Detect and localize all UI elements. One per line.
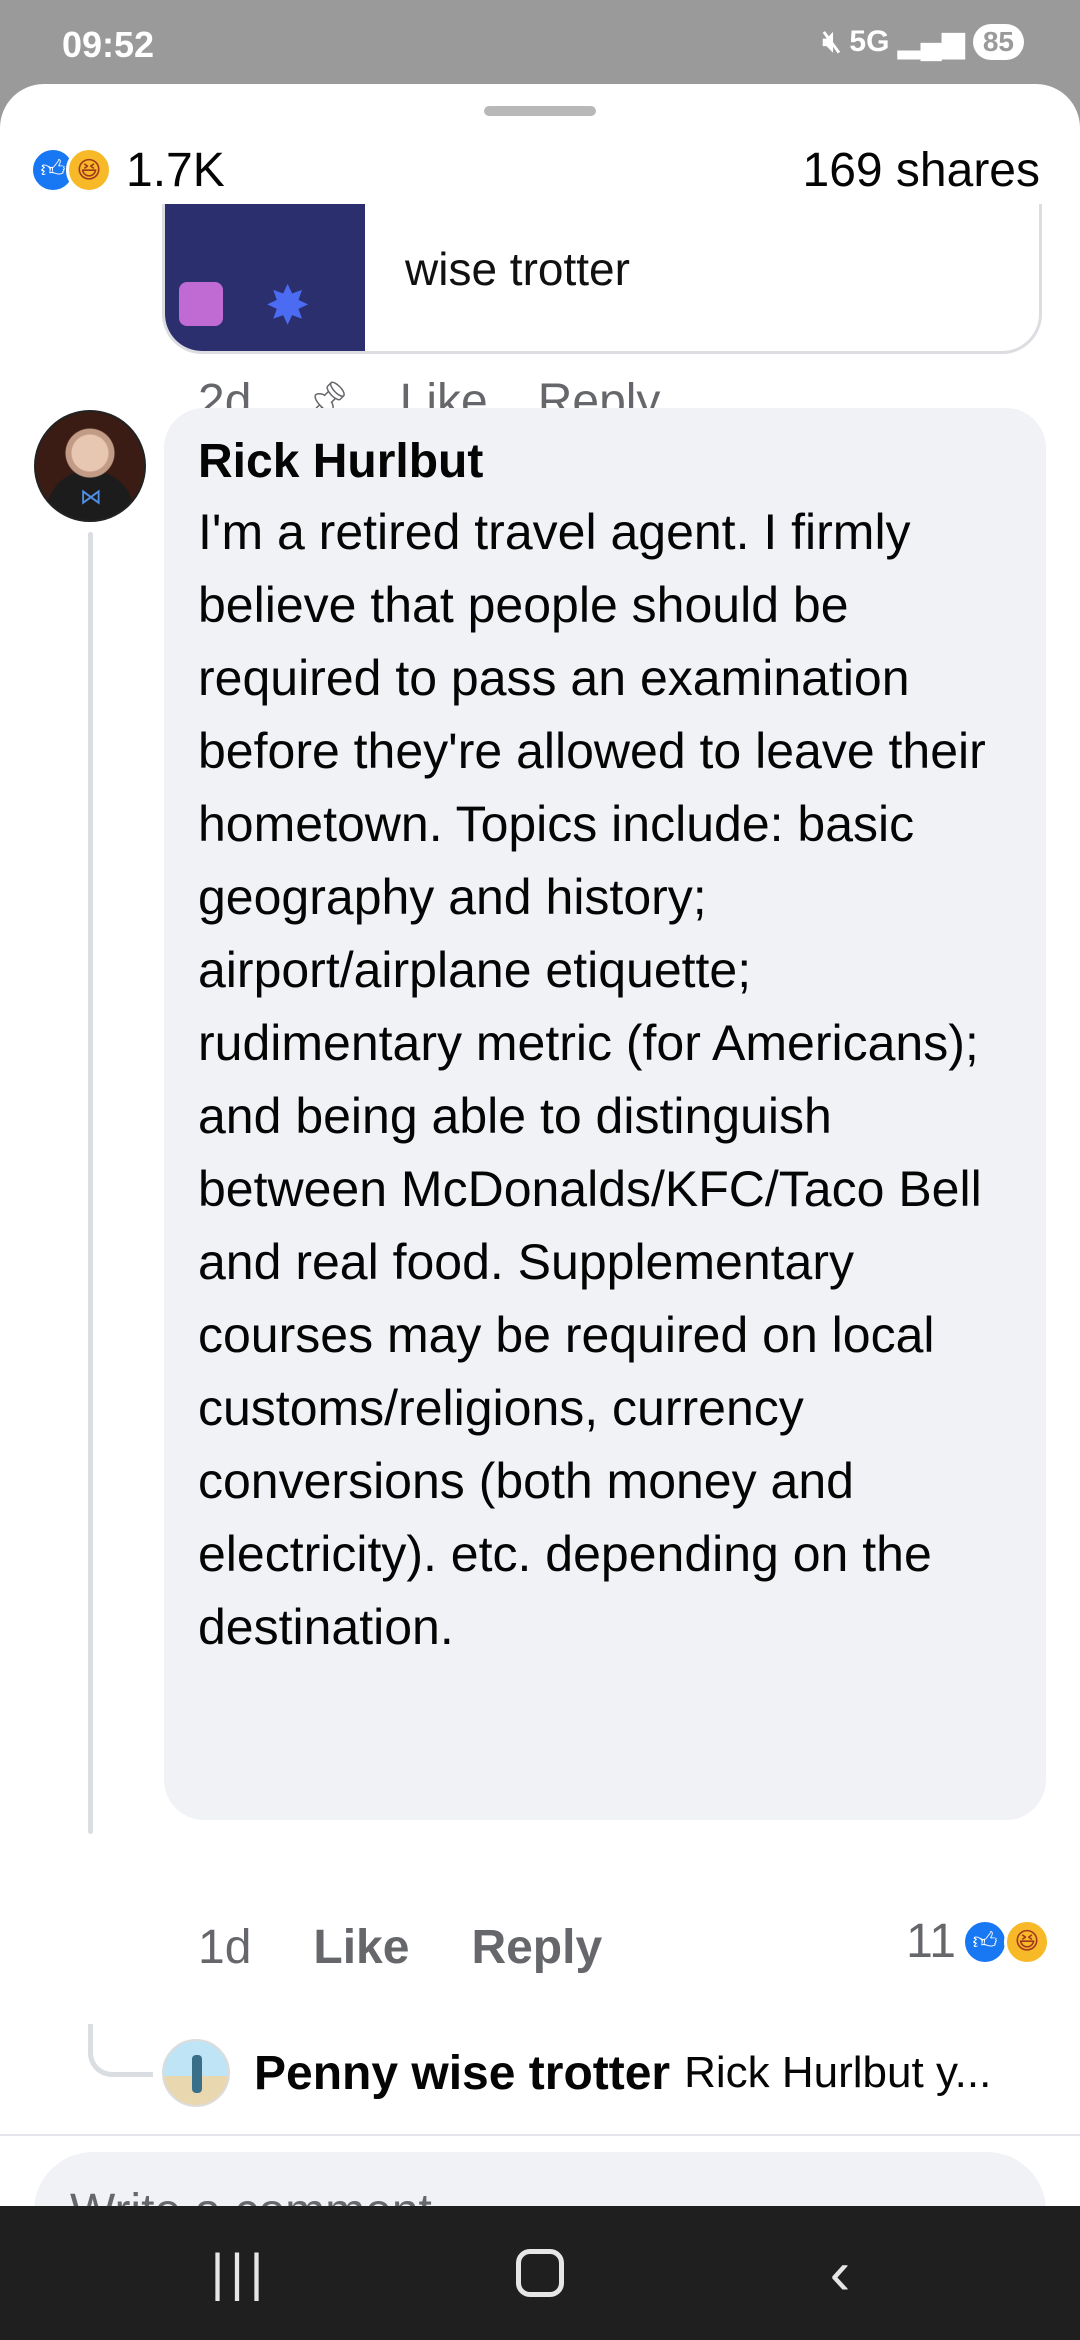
like-button[interactable]: Like bbox=[313, 1920, 409, 1975]
battery-indicator: 85 bbox=[972, 24, 1024, 60]
system-nav-bar: ||| ‹ bbox=[0, 2206, 1080, 2340]
comment-author[interactable]: Rick Hurlbut bbox=[198, 430, 1012, 494]
reactions-summary: 👍︎ 😆︎ 1.7K 169 shares bbox=[30, 140, 1040, 200]
badge-icon: ✸ bbox=[265, 276, 311, 336]
reaction-icons[interactable]: 👍︎ 😆︎ bbox=[30, 147, 112, 193]
reply-text: Rick Hurlbut y... bbox=[684, 2048, 992, 2097]
mute-icon: 🔇︎ bbox=[822, 25, 842, 58]
back-icon[interactable]: ‹ bbox=[800, 2239, 880, 2308]
previous-comment-attachment[interactable]: ✸ wise trotter bbox=[162, 204, 1042, 354]
comments-sheet: 👍︎ 😆︎ 1.7K 169 shares ✸ wise trotter 2d … bbox=[0, 84, 1080, 2206]
like-icon: 👍︎ bbox=[962, 1918, 1008, 1965]
status-bar: 09:52 🔇︎ 5G ▂▄▆ 85 bbox=[0, 0, 1080, 84]
reply-connector bbox=[88, 2024, 153, 2077]
comment-composer[interactable] bbox=[34, 2152, 1046, 2206]
network-label: 5G bbox=[849, 25, 890, 58]
comment-actions: 1d Like Reply bbox=[198, 1920, 602, 1975]
haha-icon: 😆︎ bbox=[66, 147, 112, 193]
reaction-count[interactable]: 1.7K bbox=[126, 143, 225, 198]
gift-icon bbox=[179, 282, 223, 326]
comment-reaction-count: 11 bbox=[906, 1915, 956, 1968]
attachment-thumbnail: ✸ bbox=[165, 204, 365, 351]
attachment-title: wise trotter bbox=[405, 243, 630, 295]
bowtie-icon: ⋈ bbox=[80, 484, 102, 509]
recents-icon[interactable]: ||| bbox=[200, 2240, 280, 2306]
comment-text: I'm a retired travel agent. I firmly bel… bbox=[198, 504, 986, 1655]
reply-button[interactable]: Reply bbox=[471, 1920, 602, 1975]
comment-reactions[interactable]: 11 👍︎ 😆︎ bbox=[906, 1914, 1050, 1969]
thread-line bbox=[88, 532, 93, 1834]
status-time: 09:52 bbox=[62, 24, 155, 65]
share-count[interactable]: 169 shares bbox=[803, 143, 1041, 198]
sheet-grabber[interactable] bbox=[484, 106, 596, 116]
signal-icon: ▂▄▆ bbox=[897, 25, 965, 59]
comment-bubble[interactable]: Rick Hurlbut I'm a retired travel agent.… bbox=[164, 408, 1046, 1820]
reply-author[interactable]: Penny wise trotter bbox=[254, 2046, 670, 2101]
haha-icon: 😆︎ bbox=[1004, 1918, 1050, 1965]
reply-preview[interactable]: Penny wise trotter Rick Hurlbut y... bbox=[162, 2039, 1030, 2107]
home-icon[interactable] bbox=[500, 2240, 580, 2306]
avatar[interactable]: ⋈ bbox=[34, 410, 146, 522]
reply-avatar[interactable] bbox=[162, 2039, 230, 2107]
divider bbox=[0, 2134, 1080, 2136]
comment-input[interactable] bbox=[68, 2182, 1046, 2206]
comment-time: 1d bbox=[198, 1921, 252, 1974]
status-icons: 🔇︎ 5G ▂▄▆ 85 bbox=[822, 24, 1024, 60]
